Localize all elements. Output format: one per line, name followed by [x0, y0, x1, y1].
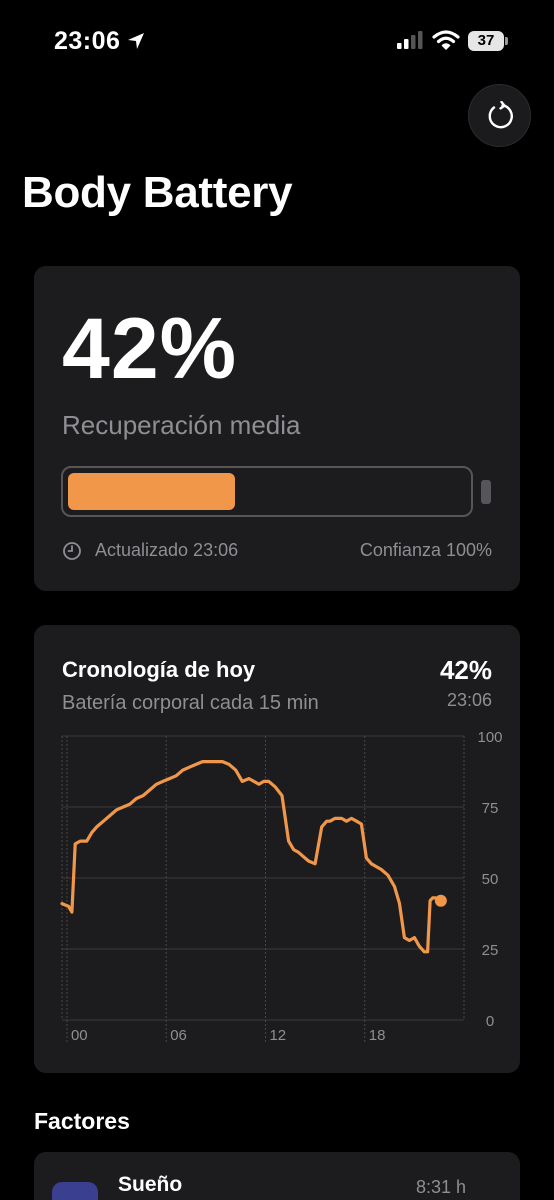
series-line [60, 760, 443, 954]
factors-heading: Factores [34, 1108, 130, 1134]
y-tick-label: 25 [482, 942, 499, 959]
progress-cap [481, 480, 491, 504]
y-tick-label: 75 [482, 800, 499, 817]
x-tick-label: 12 [269, 1027, 286, 1044]
refresh-button[interactable] [468, 84, 531, 147]
battery-icon: 37 [468, 31, 508, 51]
status-time: 23:06 [54, 27, 121, 55]
recovery-status: Recuperación media [62, 410, 301, 440]
updated-time: Actualizado 23:06 [95, 540, 239, 560]
battery-tip [505, 37, 508, 45]
x-tick-label: 18 [369, 1027, 386, 1044]
y-tick-label: 0 [486, 1013, 494, 1030]
factor-item-sleep[interactable]: Sueño 8:31 h [34, 1152, 520, 1200]
y-tick-label: 100 [477, 729, 502, 746]
summary-card: 42% Recuperación media Actualizado 23:06… [34, 266, 520, 591]
status-bar: 23:06 37 [0, 0, 554, 84]
x-tick-label: 06 [170, 1027, 187, 1044]
cellular-signal-icon [397, 31, 423, 49]
wifi-icon [432, 30, 460, 50]
confidence-value: Confianza 100% [359, 540, 492, 560]
battery-percent: 42% [62, 301, 238, 397]
factor-value: 8:31 h [415, 1177, 466, 1197]
y-tick-label: 50 [482, 871, 499, 888]
battery-level: 37 [477, 32, 495, 49]
factor-name: Sueño [118, 1173, 183, 1196]
location-arrow-icon [128, 33, 144, 49]
timeline-card: Cronología de hoy Batería corporal cada … [34, 625, 520, 1073]
sleep-icon [52, 1182, 98, 1200]
progress-fill [68, 473, 235, 510]
x-tick-label: 00 [71, 1027, 88, 1044]
progress-bar [61, 466, 473, 517]
refresh-icon [488, 100, 513, 128]
timeline-chart: 100755025000 06 12 18 [60, 729, 503, 1044]
current-value-point [434, 894, 447, 907]
page-title: Body Battery [22, 168, 293, 217]
clock-icon [63, 542, 81, 560]
